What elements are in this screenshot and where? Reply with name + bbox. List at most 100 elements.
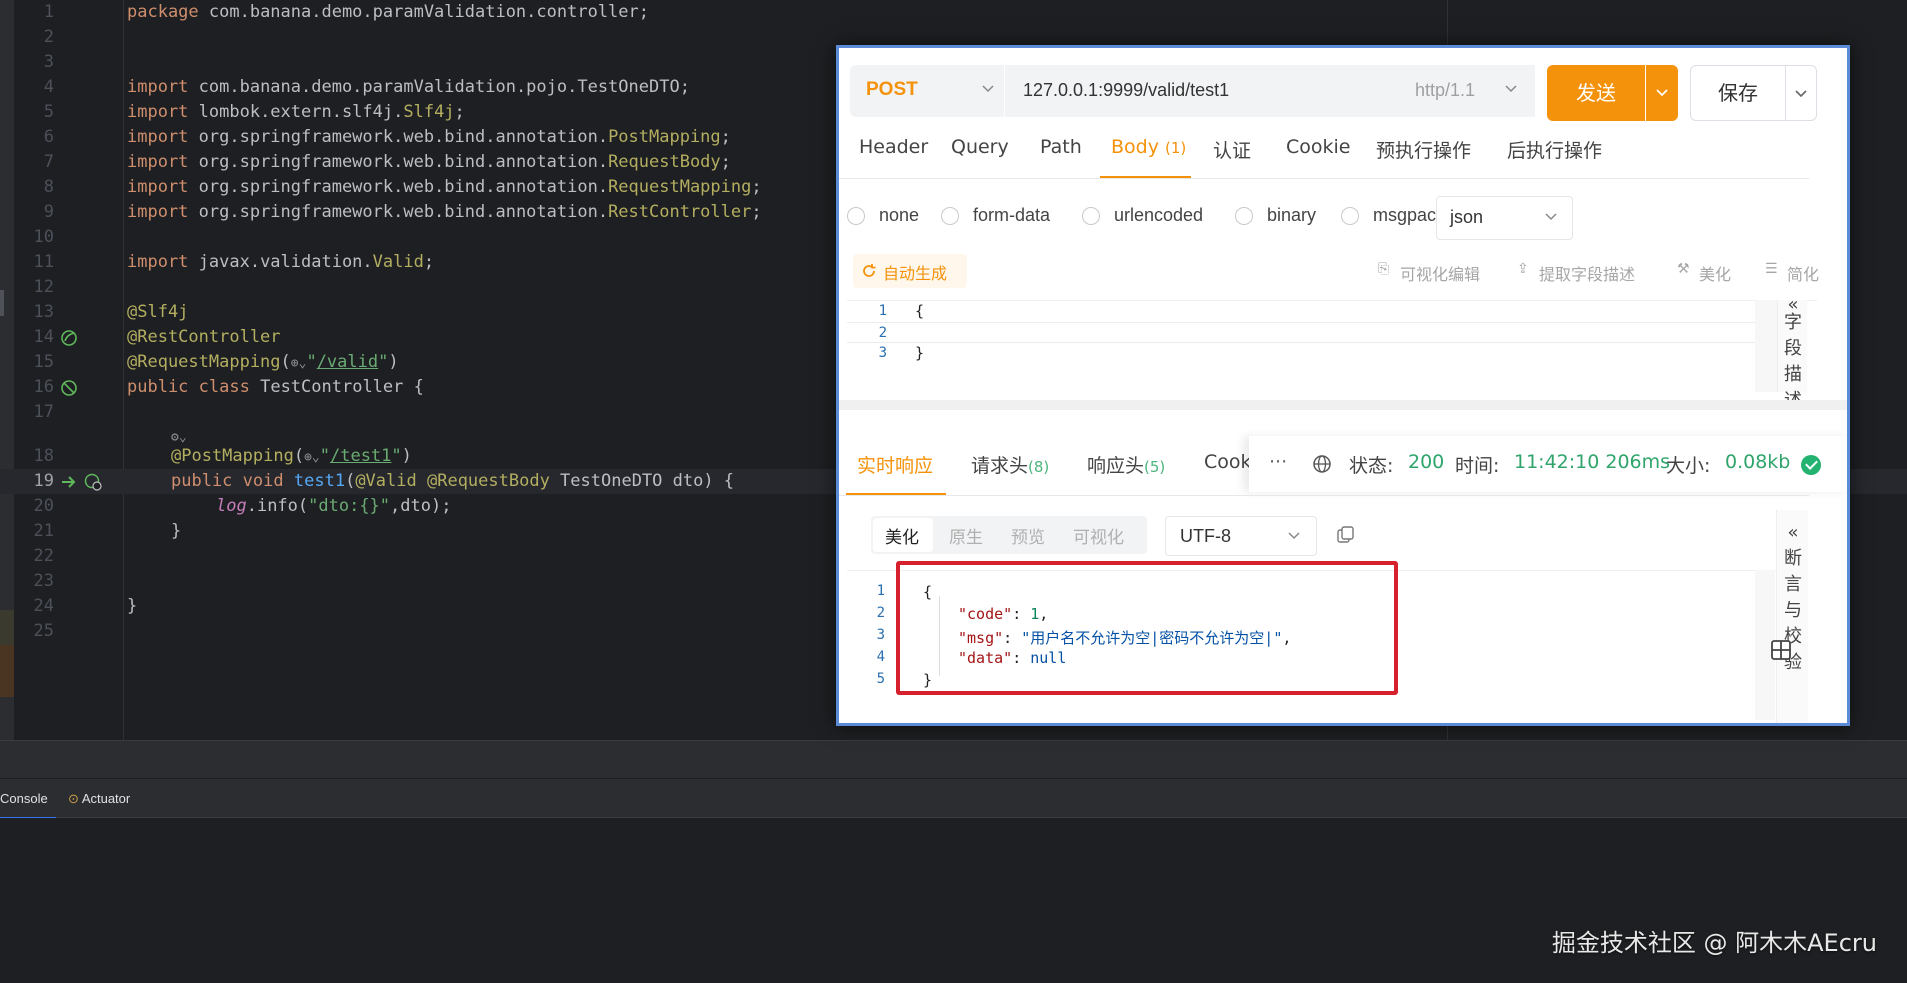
endpoint-globe-icon[interactable]	[84, 473, 102, 491]
chevron-down-icon[interactable]	[1505, 85, 1517, 93]
tab-live-response[interactable]: 实时响应	[857, 451, 933, 478]
radio-form-data[interactable]	[941, 207, 959, 225]
line-number: 9	[43, 202, 54, 222]
radio-label: binary	[1267, 205, 1317, 225]
send-options-button[interactable]	[1646, 65, 1678, 121]
code-text: import org.springframework.web.bind.anno…	[127, 152, 731, 172]
view-tab-raw[interactable]: 原生	[949, 523, 983, 548]
line-number: 1	[43, 2, 54, 22]
code-text: import javax.validation.Valid;	[127, 252, 435, 272]
wand-icon: ⚒	[1677, 261, 1690, 277]
spring-bean-icon[interactable]	[60, 329, 78, 347]
run-arrow-icon[interactable]	[60, 473, 78, 491]
body-format-select[interactable]: json	[1436, 196, 1573, 240]
line-number: 6	[43, 127, 54, 147]
more-tabs-button[interactable]: ···	[1269, 451, 1287, 473]
view-tab-beautify[interactable]: 美化	[885, 523, 919, 548]
status-label: 状态:	[1349, 455, 1394, 477]
line-number: 20	[33, 496, 54, 516]
save-options-button[interactable]	[1785, 65, 1817, 121]
send-button[interactable]: 发送	[1547, 65, 1645, 121]
globe-inlay-icon[interactable]: ⊕⌄	[304, 450, 320, 465]
line-number: 11	[33, 252, 54, 272]
radio-label: none	[879, 205, 920, 225]
strip-marker	[0, 645, 14, 697]
visual-edit-icon: ⎘	[1378, 261, 1390, 277]
chevron-down-icon	[1288, 532, 1300, 540]
size-value: 0.08kb	[1725, 451, 1791, 473]
line-number: 19	[33, 471, 54, 491]
globe-icon[interactable]	[1312, 454, 1332, 474]
tab-cookies[interactable]: Cook	[1204, 451, 1252, 473]
view-tab-visualize[interactable]: 可视化	[1073, 523, 1124, 548]
code-text: package com.banana.demo.paramValidation.…	[127, 2, 649, 22]
line-number: 4	[876, 649, 885, 665]
request-body-editor[interactable]: 1 { 2 3 }	[847, 300, 1817, 392]
simplify-button[interactable]: ☰ 简化	[1765, 261, 1847, 285]
line-number: 3	[876, 627, 885, 643]
time-label: 时间:	[1455, 455, 1500, 477]
line-number: 23	[33, 571, 54, 591]
radio-label: form-data	[973, 205, 1051, 225]
editor-scrollbar[interactable]	[1755, 300, 1777, 392]
tab-header[interactable]: Header	[859, 136, 928, 158]
tab-request-headers[interactable]: 请求头(8)	[971, 451, 1049, 478]
radio-urlencoded[interactable]	[1082, 207, 1100, 225]
chevron-down-icon	[1795, 90, 1807, 98]
auto-generate-button[interactable]: 自动生成	[853, 254, 967, 288]
http-version-select[interactable]: http/1.1	[1415, 80, 1475, 101]
radio-none[interactable]	[847, 207, 865, 225]
code-text: public void test1(@Valid @RequestBody Te…	[171, 471, 735, 491]
tab-path[interactable]: Path	[1040, 136, 1082, 158]
encoding-select[interactable]: UTF-8	[1165, 516, 1317, 556]
code-text: @PostMapping(⊕⌄"/test1")	[171, 446, 412, 466]
tab-pre-request[interactable]: 预执行操作	[1376, 136, 1471, 163]
editor-line-current: 2	[847, 322, 1767, 343]
view-tab-preview[interactable]: 预览	[1011, 523, 1045, 548]
response-view-tabs: 美化 原生 预览 可视化	[871, 516, 1147, 554]
line-number: 17	[33, 402, 54, 422]
line-number: 12	[33, 277, 54, 297]
tab-actuator[interactable]: ⊙ Actuator	[68, 779, 130, 819]
divider	[839, 495, 1809, 496]
spring-bean-icon[interactable]	[60, 379, 78, 397]
code-text: }	[127, 596, 138, 616]
line-number: 13	[33, 302, 54, 322]
highlight-annotation-box	[896, 561, 1398, 695]
assertion-panel[interactable]: « 断 言 与 校 验	[1776, 510, 1808, 723]
line-number: 14	[33, 327, 54, 347]
method-select[interactable]: POST	[850, 65, 1004, 117]
copy-icon[interactable]	[1336, 525, 1356, 545]
line-number: 22	[33, 546, 54, 566]
collapse-icon: «	[1787, 522, 1799, 543]
status-ok-icon	[1801, 455, 1821, 475]
tab-response-headers[interactable]: 响应头(5)	[1087, 451, 1165, 478]
extract-field-desc-button[interactable]: ⇪ 提取字段描述	[1517, 261, 1635, 285]
tab-console[interactable]: Console	[0, 779, 56, 819]
extract-icon: ⇪	[1517, 261, 1529, 277]
url-input[interactable]: 127.0.0.1:9999/valid/test1 http/1.1	[1004, 65, 1535, 117]
field-description-panel[interactable]: « 字 段 描 述	[1777, 294, 1807, 411]
tab-body[interactable]: Body (1)	[1111, 136, 1186, 158]
tab-cookie[interactable]: Cookie	[1286, 136, 1351, 158]
radio-binary[interactable]	[1235, 207, 1253, 225]
table-layout-icon[interactable]	[1769, 638, 1793, 662]
globe-inlay-icon[interactable]: ⊕⌄	[291, 356, 307, 371]
line-number: 24	[33, 596, 54, 616]
radio-msgpack[interactable]	[1341, 207, 1359, 225]
save-button[interactable]: 保存	[1690, 65, 1786, 121]
code-line[interactable]: 1 package com.banana.demo.paramValidatio…	[0, 0, 1907, 25]
line-number: 2	[43, 27, 54, 47]
tab-auth[interactable]: 认证	[1213, 136, 1251, 163]
line-number: 18	[33, 446, 54, 466]
code-text: }	[171, 521, 182, 541]
code-text: import org.springframework.web.bind.anno…	[127, 202, 762, 222]
beautify-button[interactable]: ⚒ 美化	[1677, 261, 1731, 285]
line-number: 10	[33, 227, 54, 247]
editor-status-bar	[0, 740, 1907, 778]
line-number: 5	[43, 102, 54, 122]
tab-post-request[interactable]: 后执行操作	[1507, 136, 1602, 163]
tab-query[interactable]: Query	[951, 136, 1009, 158]
visual-edit-button[interactable]: ⎘ 可视化编辑	[1378, 261, 1480, 285]
line-number: 15	[33, 352, 54, 372]
